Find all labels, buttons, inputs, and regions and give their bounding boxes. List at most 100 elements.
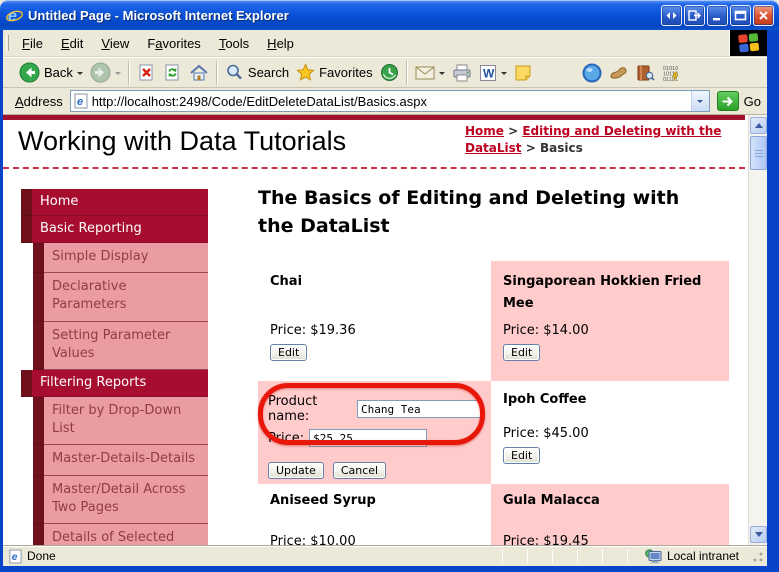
search-icon: [225, 63, 244, 82]
product-price: Price: $19.45: [503, 534, 717, 545]
menu-bar: File Edit View Favorites Tools Help: [3, 30, 767, 57]
product-name-input[interactable]: [357, 400, 481, 418]
sidebar-item-declarative-parameters[interactable]: Declarative Parameters: [21, 273, 208, 321]
product-name: Chai: [270, 271, 479, 292]
close-icon: [758, 10, 769, 21]
site-title: Working with Data Tutorials: [18, 126, 346, 157]
mail-button[interactable]: [412, 63, 448, 83]
back-icon: [19, 62, 40, 83]
svg-text:e: e: [8, 8, 17, 24]
sidebar-item-simple-display[interactable]: Simple Display: [21, 243, 208, 273]
notes-icon: [514, 64, 532, 82]
menu-tools[interactable]: Tools: [210, 32, 258, 55]
sidebar-item-home[interactable]: Home: [21, 189, 208, 216]
sidebar-item-details-of-selected[interactable]: Details of Selected: [21, 524, 208, 545]
stop-icon: [137, 63, 156, 82]
breadcrumb-home-link[interactable]: Home: [465, 124, 504, 138]
sidebar-item-filtering-reports[interactable]: Filtering Reports: [21, 370, 208, 397]
price-input[interactable]: [309, 429, 427, 447]
refresh-button[interactable]: [160, 61, 185, 84]
edit-button-ipoh[interactable]: Edit: [503, 447, 540, 464]
popout-button[interactable]: [684, 5, 705, 26]
home-icon: [189, 63, 209, 83]
history-button[interactable]: [377, 61, 402, 84]
home-button[interactable]: [186, 61, 212, 85]
sidebar-item-setting-parameter-values[interactable]: Setting Parameter Values: [21, 322, 208, 370]
print-button[interactable]: [449, 62, 475, 84]
word-dropdown-caret: [501, 72, 507, 78]
resize-arrows-button[interactable]: [661, 5, 682, 26]
standard-toolbar: Back: [3, 57, 767, 88]
product-datalist: Chai Price: $19.36 Edit Singaporean Hokk…: [258, 261, 741, 545]
close-button[interactable]: [753, 5, 774, 26]
product-cell-aniseed: Aniseed Syrup Price: $10.00: [258, 484, 491, 545]
url-text: http://localhost:2498/Code/EditDeleteDat…: [92, 94, 427, 109]
minimize-button[interactable]: [707, 5, 728, 26]
msn-button[interactable]: [579, 61, 605, 85]
menu-edit[interactable]: Edit: [52, 32, 92, 55]
binary-tool-button[interactable]: 01010 10110 01101: [659, 62, 684, 84]
ie-logo-icon: e: [6, 7, 23, 24]
research-button[interactable]: [633, 62, 658, 84]
back-button[interactable]: Back: [16, 60, 86, 85]
zone-label: Local intranet: [667, 549, 739, 563]
scrollbar-down-button[interactable]: [750, 526, 767, 543]
stop-button[interactable]: [134, 61, 159, 84]
scrollbar-thumb[interactable]: [750, 136, 767, 170]
window-frame: File Edit View Favorites Tools Help: [0, 30, 779, 572]
edit-with-word-button[interactable]: W: [476, 62, 510, 84]
refresh-icon: [163, 63, 182, 82]
sidebar-item-basic-reporting[interactable]: Basic Reporting: [21, 216, 208, 243]
menu-favorites[interactable]: Favorites: [138, 32, 209, 55]
favorites-button[interactable]: Favorites: [293, 61, 375, 84]
maximize-button[interactable]: [730, 5, 751, 26]
left-right-arrows-icon: [665, 10, 678, 21]
product-price: Price: $10.00: [270, 534, 479, 545]
menu-view[interactable]: View: [92, 32, 138, 55]
favorites-label: Favorites: [319, 65, 372, 80]
notes-button[interactable]: [511, 62, 535, 84]
minimize-icon: [711, 10, 724, 21]
product-name: Gula Malacca: [503, 490, 717, 511]
word-icon: W: [479, 64, 497, 82]
update-button[interactable]: Update: [268, 462, 324, 479]
svg-text:e: e: [77, 96, 83, 108]
vertical-scrollbar[interactable]: [748, 115, 767, 545]
search-button[interactable]: Search: [222, 61, 292, 84]
main-content: The Basics of Editing and Deleting with …: [258, 185, 741, 545]
window-title: Untitled Page - Microsoft Internet Explo…: [28, 8, 656, 23]
page-title: The Basics of Editing and Deleting with …: [258, 185, 688, 240]
messenger-button[interactable]: [606, 63, 632, 83]
edit-button-chai[interactable]: Edit: [270, 344, 307, 361]
forward-button[interactable]: [87, 60, 124, 85]
address-label: Address: [7, 94, 63, 109]
status-panels: [502, 549, 628, 563]
edit-button-singaporean[interactable]: Edit: [503, 344, 540, 361]
cancel-button[interactable]: Cancel: [333, 462, 386, 479]
menubar-grip[interactable]: [6, 35, 9, 51]
menu-file[interactable]: File: [13, 32, 52, 55]
back-dropdown-caret: [77, 72, 83, 78]
mail-dropdown-caret: [439, 72, 445, 78]
sidebar-item-master-details-details[interactable]: Master-Details-Details: [21, 445, 208, 475]
product-name: Singaporean Hokkien Fried Mee: [503, 271, 717, 314]
popout-icon: [688, 10, 701, 21]
forward-dropdown-caret: [115, 72, 121, 78]
address-bar: Address e http://localhost:2498/Code/Edi…: [3, 88, 767, 115]
menu-help[interactable]: Help: [258, 32, 303, 55]
toolbar-separator: [128, 61, 130, 85]
address-input[interactable]: e http://localhost:2498/Code/EditDeleteD…: [70, 90, 710, 112]
sidebar-item-filter-by-dropdown-list[interactable]: Filter by Drop-Down List: [21, 397, 208, 445]
product-price: Price: $45.00: [503, 426, 717, 441]
breadcrumb-separator: >: [522, 141, 540, 155]
page-viewport: Working with Data Tutorials Home > Editi…: [3, 115, 767, 545]
resize-grip[interactable]: [751, 551, 764, 564]
chevron-down-icon: [755, 532, 763, 541]
browser-window: e Untitled Page - Microsoft Internet Exp…: [0, 0, 779, 572]
go-button[interactable]: Go: [717, 91, 763, 111]
messenger-icon: [609, 65, 629, 81]
page-header: Working with Data Tutorials Home > Editi…: [3, 120, 745, 169]
address-dropdown-button[interactable]: [691, 91, 709, 111]
scrollbar-up-button[interactable]: [750, 117, 767, 134]
sidebar-item-master-detail-two-pages[interactable]: Master/Detail Across Two Pages: [21, 476, 208, 524]
